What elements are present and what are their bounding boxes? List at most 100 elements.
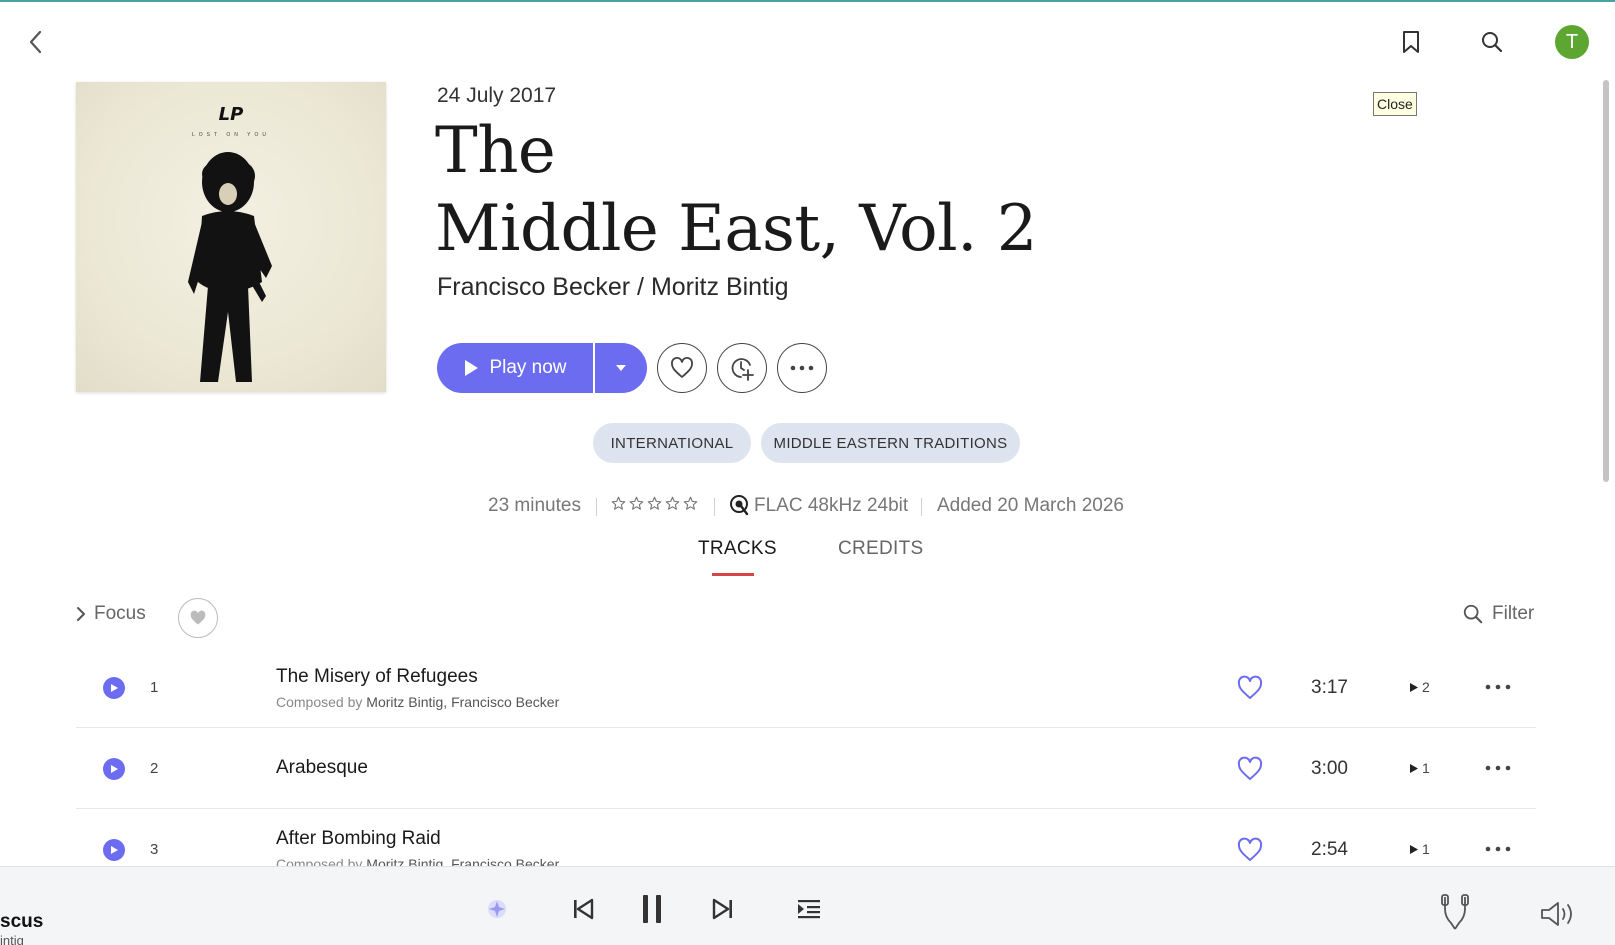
play-options-dropdown[interactable] — [595, 343, 647, 393]
composer-names[interactable]: Moritz Bintig, Francisco Becker — [366, 694, 559, 710]
track-number: 2 — [150, 760, 159, 777]
next-track-button[interactable] — [708, 894, 738, 924]
audio-mixer-button[interactable] — [1436, 892, 1474, 932]
track-title[interactable]: The Misery of Refugees — [276, 666, 478, 688]
add-to-library-button[interactable] — [717, 343, 767, 393]
rating-stars[interactable] — [611, 496, 698, 511]
play-icon — [1410, 844, 1418, 854]
more-dots-icon — [1485, 684, 1511, 690]
track-more-button[interactable] — [1481, 677, 1515, 697]
focus-toggle[interactable]: Focus — [76, 603, 146, 625]
now-playing-artist[interactable]: intig — [0, 933, 24, 945]
search-icon — [1482, 32, 1503, 53]
track-play-button[interactable] — [103, 839, 125, 861]
pause-button[interactable] — [636, 890, 668, 928]
play-queue-button[interactable] — [794, 896, 824, 922]
previous-icon — [574, 898, 594, 920]
date-added: Added 20 March 2026 — [937, 495, 1124, 516]
star-outline-icon[interactable] — [647, 496, 662, 511]
bookmark-button[interactable] — [1395, 24, 1427, 60]
track-row[interactable]: 1 The Misery of Refugees Composed by Mor… — [76, 647, 1536, 728]
volume-button[interactable] — [1538, 898, 1578, 930]
track-number: 1 — [150, 679, 159, 696]
back-button[interactable] — [20, 24, 50, 60]
filter-label: Filter — [1492, 603, 1535, 624]
tab-credits[interactable]: CREDITS — [838, 538, 924, 560]
volume-icon — [1541, 902, 1572, 926]
track-title[interactable]: After Bombing Raid — [276, 828, 441, 850]
play-icon — [1410, 682, 1418, 692]
cover-artist-figure — [188, 152, 272, 382]
more-dots-icon — [1485, 765, 1511, 771]
genre-tag-international[interactable]: INTERNATIONAL — [593, 423, 751, 463]
add-to-library-icon — [731, 358, 754, 381]
play-now-button[interactable]: Play now — [437, 343, 595, 393]
now-playing-title[interactable]: scus — [0, 911, 43, 933]
composed-by-prefix: Composed by — [276, 694, 363, 710]
star-outline-icon[interactable] — [629, 496, 644, 511]
chevron-left-icon — [29, 30, 42, 54]
play-icon — [111, 846, 118, 854]
info-separator — [714, 498, 715, 516]
track-play-button[interactable] — [103, 758, 125, 780]
play-count-value: 2 — [1422, 679, 1430, 695]
bookmark-icon — [1403, 31, 1419, 53]
chevron-right-icon — [77, 607, 85, 621]
window-top-accent-line — [0, 0, 1615, 2]
play-count-value: 1 — [1422, 760, 1430, 776]
track-row[interactable]: 2 Arabesque 3:00 1 — [76, 728, 1536, 809]
track-play-count: 2 — [1409, 679, 1430, 695]
search-icon — [1463, 604, 1483, 624]
track-more-button[interactable] — [1481, 839, 1515, 859]
focus-label: Focus — [94, 603, 146, 624]
favorite-album-button[interactable] — [657, 343, 707, 393]
album-duration: 23 minutes — [488, 495, 581, 516]
play-split-button: Play now — [437, 343, 647, 393]
play-icon — [111, 765, 118, 773]
play-now-label: Play now — [489, 357, 567, 378]
track-heart-icon[interactable] — [1236, 756, 1264, 782]
star-outline-icon[interactable] — [611, 496, 626, 511]
album-title: The Middle East, Vol. 2 — [435, 112, 1038, 268]
previous-track-button[interactable] — [568, 894, 598, 924]
track-play-count: 1 — [1409, 760, 1430, 776]
active-tab-underline — [712, 573, 754, 576]
genre-tag-middle-eastern-traditions[interactable]: MIDDLE EASTERN TRADITIONS — [761, 423, 1020, 463]
radio-button[interactable] — [484, 896, 510, 922]
track-heart-icon[interactable] — [1236, 837, 1264, 863]
play-count-value: 1 — [1422, 841, 1430, 857]
heart-icon — [671, 357, 693, 378]
more-dots-icon — [1485, 846, 1511, 852]
play-icon — [1410, 763, 1418, 773]
info-separator — [921, 498, 922, 516]
star-outline-icon[interactable] — [665, 496, 680, 511]
more-options-button[interactable] — [777, 343, 827, 393]
next-icon — [712, 898, 732, 920]
track-duration: 3:00 — [1311, 758, 1348, 779]
star-outline-icon[interactable] — [683, 496, 698, 511]
user-avatar[interactable]: T — [1555, 25, 1589, 59]
track-more-button[interactable] — [1481, 758, 1515, 778]
mixer-icon — [1441, 894, 1469, 930]
track-duration: 3:17 — [1311, 677, 1348, 698]
scrollbar-thumb[interactable] — [1603, 80, 1609, 482]
album-title-line-1: The — [435, 114, 556, 188]
release-date: 24 July 2017 — [437, 84, 557, 107]
filter-tracks[interactable]: Filter — [1462, 603, 1534, 625]
album-cover: LP LOST ON YOU — [76, 82, 386, 392]
info-separator — [596, 498, 597, 516]
track-title[interactable]: Arabesque — [276, 757, 368, 779]
track-play-button[interactable] — [103, 677, 125, 699]
queue-icon — [798, 900, 820, 919]
album-artists[interactable]: Francisco Becker / Moritz Bintig — [437, 273, 789, 302]
caret-down-icon — [616, 365, 626, 371]
search-button[interactable] — [1475, 24, 1509, 60]
play-icon — [111, 684, 118, 692]
track-heart-icon[interactable] — [1236, 675, 1264, 701]
heart-icon — [190, 610, 206, 625]
track-number: 3 — [150, 841, 159, 858]
track-play-count: 1 — [1409, 841, 1430, 857]
favorites-filter-button[interactable] — [178, 598, 218, 638]
tab-tracks[interactable]: TRACKS — [698, 538, 777, 560]
more-dots-icon — [790, 365, 814, 371]
